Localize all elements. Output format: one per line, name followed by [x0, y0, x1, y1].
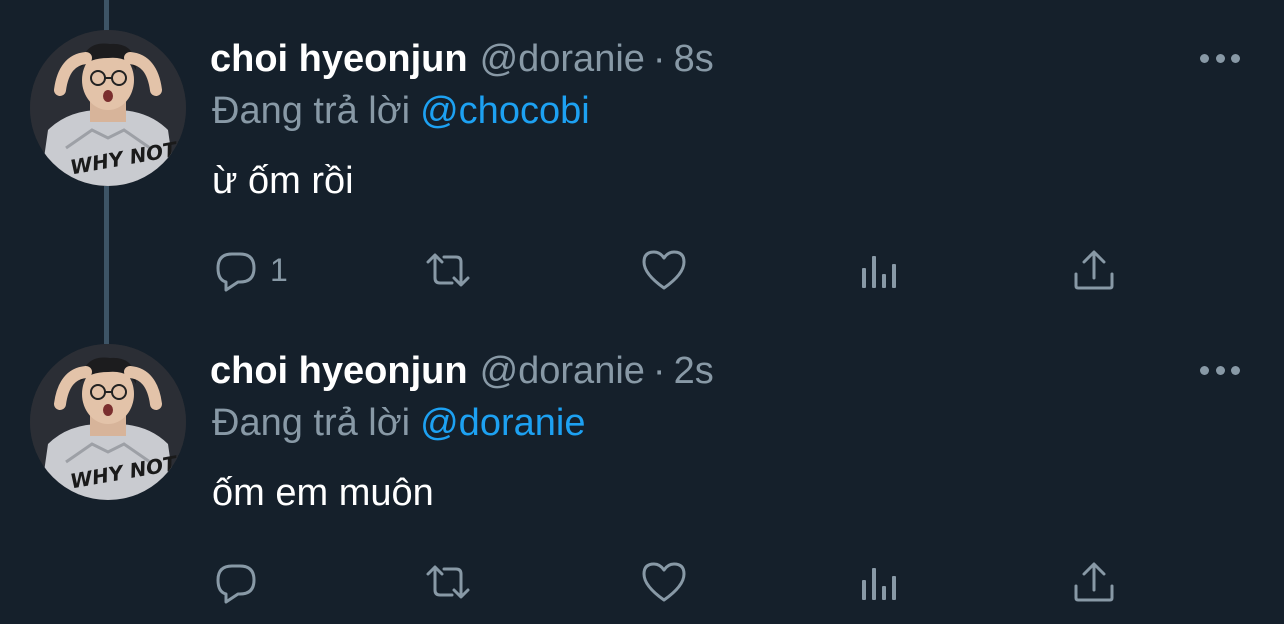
reply-icon — [216, 564, 256, 604]
tweet[interactable]: WHY NOT?! choi hyeonjun @doranie · 2s Đang … — [0, 312, 1284, 624]
reply-button[interactable] — [212, 556, 270, 608]
share-button[interactable] — [1070, 556, 1118, 608]
avatar-image: WHY NOT?! — [30, 30, 186, 186]
tweet-actions: 1 — [212, 244, 1132, 296]
replying-to-label: Đang trả lời — [212, 402, 411, 444]
separator-dot: · — [652, 38, 666, 80]
analytics-icon — [862, 256, 896, 288]
timestamp[interactable]: 2s — [674, 350, 714, 392]
mention-link[interactable]: @doranie — [420, 402, 585, 444]
avatar[interactable]: WHY NOT?! — [30, 344, 186, 500]
tweet-text: ừ ốm rồi — [212, 160, 354, 202]
retweet-button[interactable] — [424, 244, 472, 296]
reply-button[interactable]: 1 — [212, 244, 288, 296]
separator-dot: · — [652, 350, 666, 392]
username-handle[interactable]: @doranie — [480, 350, 645, 392]
share-icon — [1074, 250, 1114, 290]
heart-icon — [642, 562, 686, 602]
like-button[interactable] — [640, 244, 688, 296]
retweet-icon — [426, 565, 470, 599]
analytics-icon — [862, 568, 896, 600]
display-name[interactable]: choi hyeonjun — [210, 38, 468, 80]
tweet-actions — [212, 556, 1132, 608]
retweet-icon — [426, 253, 470, 287]
avatar[interactable]: WHY NOT?! — [30, 30, 186, 186]
reply-count: 1 — [270, 251, 288, 288]
more-options-icon[interactable] — [1200, 360, 1240, 380]
display-name[interactable]: choi hyeonjun — [210, 350, 468, 392]
reply-icon — [216, 252, 256, 292]
avatar-image: WHY NOT?! — [30, 344, 186, 500]
tweet[interactable]: WHY NOT?! choi hyeonjun @doranie · 8s Đang … — [0, 0, 1284, 312]
username-handle[interactable]: @doranie — [480, 38, 645, 80]
analytics-button[interactable] — [856, 244, 904, 296]
tweet-text: ốm em muôn — [212, 472, 434, 514]
replying-to: Đang trả lời @doranie — [212, 402, 585, 445]
share-button[interactable] — [1070, 244, 1118, 296]
replying-to: Đang trả lời @chocobi — [212, 90, 590, 133]
replying-to-label: Đang trả lời — [212, 90, 411, 132]
retweet-button[interactable] — [424, 556, 472, 608]
share-icon — [1074, 562, 1114, 602]
analytics-button[interactable] — [856, 556, 904, 608]
tweet-header: choi hyeonjun @doranie · 2s — [210, 350, 714, 400]
timestamp[interactable]: 8s — [674, 38, 714, 80]
heart-icon — [642, 250, 686, 290]
tweet-header: choi hyeonjun @doranie · 8s — [210, 38, 714, 88]
more-options-icon[interactable] — [1200, 48, 1240, 68]
mention-link[interactable]: @chocobi — [420, 90, 590, 132]
like-button[interactable] — [640, 556, 688, 608]
